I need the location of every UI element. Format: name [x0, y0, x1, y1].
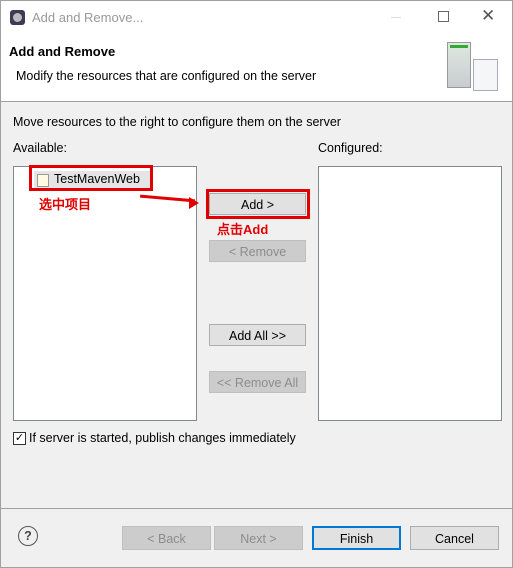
- page-title: Add and Remove: [9, 44, 116, 59]
- annotation-box-add: [206, 189, 310, 219]
- eclipse-icon: [10, 10, 25, 25]
- annotation-box-item: [29, 165, 153, 191]
- finish-button[interactable]: Finish: [312, 526, 401, 550]
- add-all-button[interactable]: Add All >>: [209, 324, 306, 346]
- title-bar: Add and Remove... ✕: [1, 1, 512, 34]
- dialog-header: Add and Remove Modify the resources that…: [1, 34, 512, 102]
- page-description: Modify the resources that are configured…: [16, 69, 317, 83]
- close-icon[interactable]: ✕: [481, 6, 495, 26]
- available-label: Available:: [13, 141, 67, 155]
- publish-checkbox[interactable]: ✓: [13, 432, 26, 445]
- help-icon[interactable]: ?: [18, 526, 38, 546]
- configured-label: Configured:: [318, 141, 383, 155]
- configured-list[interactable]: [318, 166, 502, 421]
- cancel-button[interactable]: Cancel: [410, 526, 499, 550]
- server-icon: [447, 42, 471, 88]
- footer-divider: [1, 508, 512, 509]
- remove-all-button[interactable]: << Remove All: [209, 371, 306, 393]
- maximize-icon[interactable]: [438, 11, 449, 22]
- back-button[interactable]: < Back: [122, 526, 211, 550]
- next-button[interactable]: Next >: [214, 526, 303, 550]
- dialog-window: Add and Remove... ✕ Add and Remove Modif…: [0, 0, 513, 568]
- minimize-icon[interactable]: [391, 17, 401, 18]
- window-title: Add and Remove...: [32, 10, 144, 25]
- document-icon: [473, 59, 498, 91]
- publish-checkbox-label[interactable]: If server is started, publish changes im…: [29, 431, 296, 445]
- annotation-select-project: 选中项目: [39, 197, 92, 212]
- remove-button[interactable]: < Remove: [209, 240, 306, 262]
- annotation-arrow-head: [189, 197, 199, 209]
- instructions-text: Move resources to the right to configure…: [13, 115, 341, 129]
- annotation-click-add: 点击Add: [217, 222, 269, 237]
